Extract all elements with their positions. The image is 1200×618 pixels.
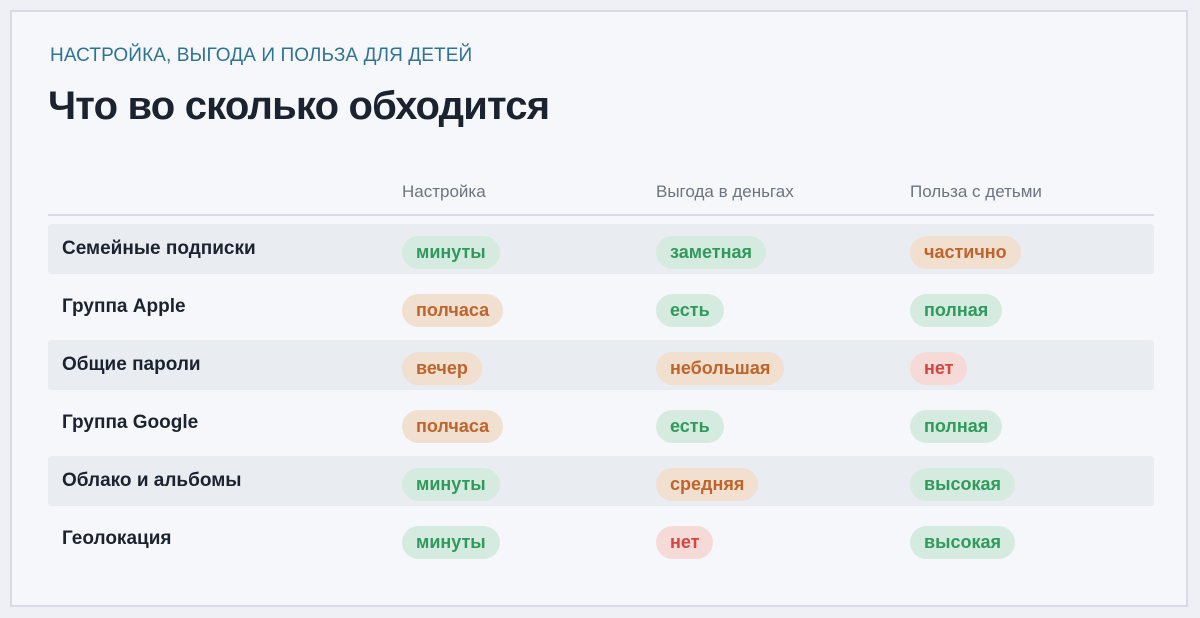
table-row: Геолокация минуты нет высокая (48, 514, 1154, 564)
kids-badge: полная (910, 294, 1003, 327)
page-title: Что во сколько обходится (48, 84, 550, 128)
money-badge: нет (656, 526, 714, 559)
row-label: Группа Apple (62, 296, 186, 317)
setup-badge: вечер (402, 352, 482, 385)
setup-badge: полчаса (402, 410, 504, 443)
eyebrow-label: НАСТРОЙКА, ВЫГОДА И ПОЛЬЗА ДЛЯ ДЕТЕЙ (50, 45, 473, 66)
kids-badge: высокая (910, 526, 1015, 559)
money-badge: средняя (656, 468, 759, 501)
table-row: Группа Apple полчаса есть полная (48, 282, 1154, 332)
money-badge: заметная (656, 236, 767, 269)
table-header: Настройка Выгода в деньгах Польза с деть… (48, 178, 1154, 216)
money-badge: небольшая (656, 352, 785, 385)
row-label: Геолокация (62, 528, 172, 549)
row-label: Общие пароли (62, 354, 201, 375)
kids-badge: нет (910, 352, 968, 385)
setup-badge: минуты (402, 468, 500, 501)
kids-badge: высокая (910, 468, 1015, 501)
table-row: Семейные подписки минуты заметная частично (48, 224, 1154, 274)
setup-badge: минуты (402, 236, 500, 269)
setup-badge: полчаса (402, 294, 504, 327)
row-label: Облако и альбомы (62, 470, 242, 491)
table-row: Облако и альбомы минуты средняя высокая (48, 456, 1154, 506)
row-label: Семейные подписки (62, 238, 256, 259)
money-badge: есть (656, 410, 724, 443)
setup-badge: минуты (402, 526, 500, 559)
money-badge: есть (656, 294, 724, 327)
table-row: Группа Google полчаса есть полная (48, 398, 1154, 448)
table-row: Общие пароли вечер небольшая нет (48, 340, 1154, 390)
comparison-table: Настройка Выгода в деньгах Польза с деть… (48, 178, 1154, 572)
column-header-setup: Настройка (402, 182, 486, 201)
kids-badge: полная (910, 410, 1003, 443)
kids-badge: частично (910, 236, 1021, 269)
table-body: Семейные подписки минуты заметная частично Г… (48, 224, 1154, 564)
column-header-kids: Польза с детьми (910, 182, 1042, 201)
column-header-money: Выгода в деньгах (656, 182, 794, 201)
row-label: Группа Google (62, 412, 199, 433)
comparison-card: НАСТРОЙКА, ВЫГОДА И ПОЛЬЗА ДЛЯ ДЕТЕЙ Что… (10, 10, 1188, 607)
